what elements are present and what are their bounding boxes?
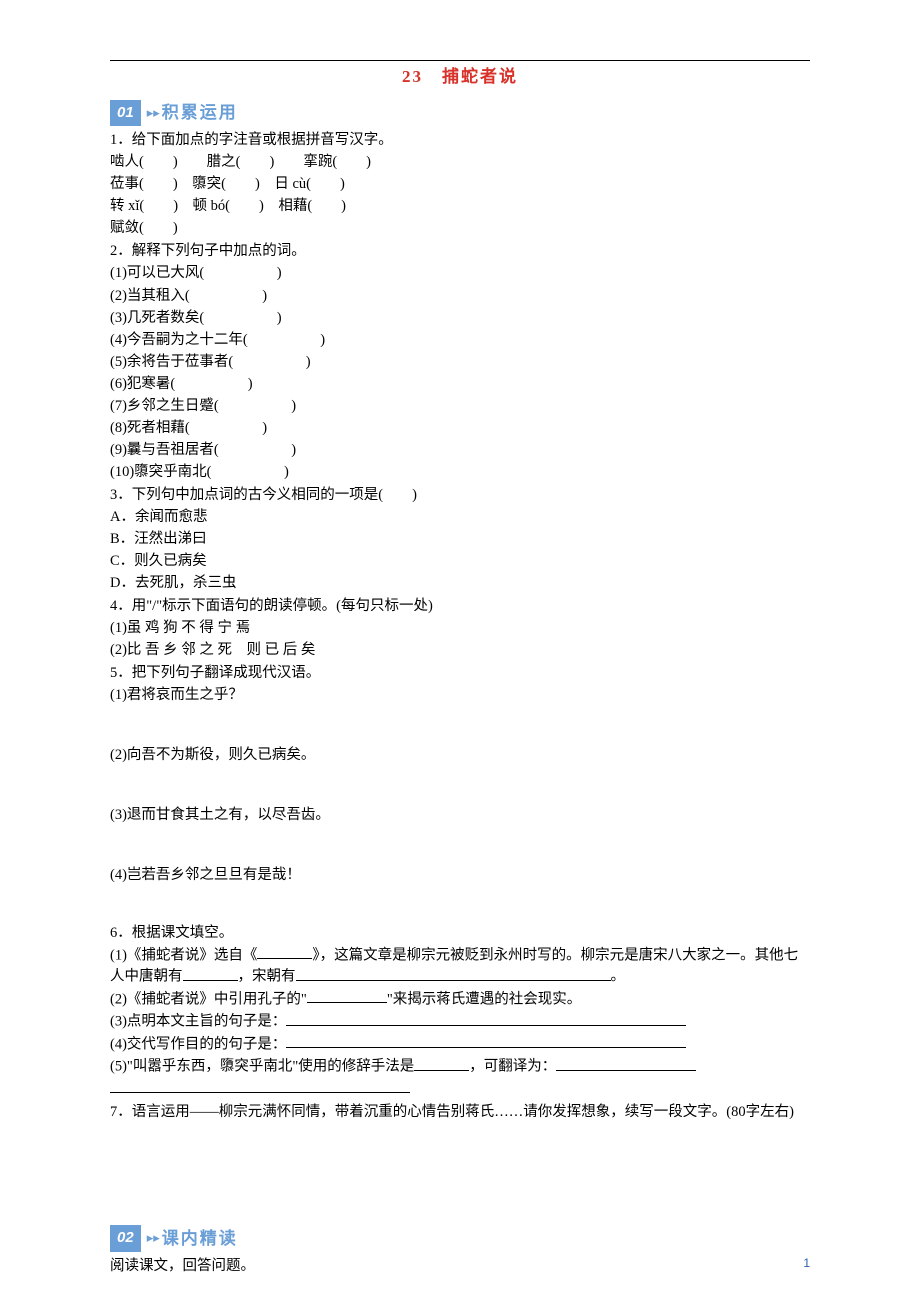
q6-i5b: ，可翻译为：	[469, 1059, 556, 1075]
q2-i1: (1)可以已大风( )	[110, 263, 810, 284]
q6-i2a: (2)《捕蛇者说》中引用孔子的"	[110, 991, 307, 1007]
q6-stem: 6．根据课文填空。	[110, 923, 810, 944]
section-01-label: 积累运用	[162, 101, 238, 126]
q6-i2b: "来揭示蒋氏遭遇的社会现实。	[387, 991, 581, 1007]
question-4: 4．用"/"标示下面语句的朗读停顿。(每句只标一处) (1)虽 鸡 狗 不 得 …	[110, 596, 810, 661]
q3-b: B．汪然出涕曰	[110, 529, 810, 550]
q2-i2: (2)当其租入( )	[110, 286, 810, 307]
q5-i3: (3)退而甘食其土之有，以尽吾齿。	[110, 805, 810, 826]
blank	[296, 966, 611, 981]
section-02-label: 课内精读	[162, 1227, 238, 1252]
q6-i3: (3)点明本文主旨的句子是：	[110, 1011, 810, 1033]
section-02-arrow-icon: ▸▸	[147, 1229, 160, 1248]
q7-text: 7．语言运用——柳宗元满怀同情，带着沉重的心情告别蒋氏……请你发挥想象，续写一段…	[110, 1102, 810, 1123]
q2-i4: (4)今吾嗣为之十二年( )	[110, 330, 810, 351]
blank	[307, 989, 387, 1004]
q2-i8: (8)死者相藉( )	[110, 418, 810, 439]
q3-d: D．去死肌，杀三虫	[110, 573, 810, 594]
question-6: 6．根据课文填空。 (1)《捕蛇者说》选自《》，这篇文章是柳宗元被贬到永州时写的…	[110, 923, 810, 1101]
blank	[414, 1056, 469, 1071]
section-01-header: 01 ▸▸ 积累运用	[110, 100, 810, 127]
question-5: 5．把下列句子翻译成现代汉语。 (1)君将哀而生之乎？ (2)向吾不为斯役，则久…	[110, 663, 810, 921]
question-3: 3．下列句中加点词的古今义相同的一项是( ) A．余闻而愈悲 B．汪然出涕曰 C…	[110, 485, 810, 594]
blank	[257, 945, 312, 960]
q2-i10: (10)隳突乎南北( )	[110, 462, 810, 483]
q6-i1d: 。	[611, 969, 626, 985]
section-02-num: 02	[110, 1225, 141, 1252]
question-1: 1．给下面加点的字注音或根据拼音写汉字。 啮人( ) 腊之( ) 挛踠( ) 莅…	[110, 130, 810, 239]
q1-stem: 1．给下面加点的字注音或根据拼音写汉字。	[110, 130, 810, 151]
blank	[556, 1056, 696, 1071]
q3-stem: 3．下列句中加点词的古今义相同的一项是( )	[110, 485, 810, 506]
q6-i3-text: (3)点明本文主旨的句子是：	[110, 1014, 286, 1030]
question-2: 2．解释下列句子中加点的词。 (1)可以已大风( ) (2)当其租入( ) (3…	[110, 241, 810, 482]
q4-i1: (1)虽 鸡 狗 不 得 宁 焉	[110, 618, 810, 639]
page-number: 1	[803, 1255, 810, 1272]
section-02-header: 02 ▸▸ 课内精读	[110, 1225, 810, 1252]
q6-i4-text: (4)交代写作目的的句子是：	[110, 1036, 286, 1052]
q3-c: C．则久已病矣	[110, 551, 810, 572]
q5-i4: (4)岂若吾乡邻之旦旦有是哉！	[110, 865, 810, 886]
q6-i1: (1)《捕蛇者说》选自《》，这篇文章是柳宗元被贬到永州时写的。柳宗元是唐宋八大家…	[110, 945, 810, 988]
q6-i1a: (1)《捕蛇者说》选自《	[110, 947, 257, 963]
q6-i5-cont	[110, 1079, 810, 1101]
q3-a: A．余闻而愈悲	[110, 507, 810, 528]
q6-i5: (5)"叫嚣乎东西，隳突乎南北"使用的修辞手法是 ，可翻译为：	[110, 1056, 810, 1078]
q6-i2: (2)《捕蛇者说》中引用孔子的" "来揭示蒋氏遭遇的社会现实。	[110, 989, 810, 1011]
blank	[110, 1079, 410, 1094]
q6-i1c: ，宋朝有	[238, 969, 296, 985]
q1-row1: 啮人( ) 腊之( ) 挛踠( )	[110, 152, 810, 173]
top-rule	[110, 60, 810, 61]
q2-i9: (9)曩与吾祖居者( )	[110, 440, 810, 461]
q6-i5a: (5)"叫嚣乎东西，隳突乎南北"使用的修辞手法是	[110, 1059, 414, 1075]
q2-i3: (3)几死者数矣( )	[110, 308, 810, 329]
q4-i2: (2)比 吾 乡 邻 之 死 则 已 后 矣	[110, 640, 810, 661]
q2-i7: (7)乡邻之生日蹙( )	[110, 396, 810, 417]
section-01-num: 01	[110, 100, 141, 127]
q1-row4: 赋敛( )	[110, 218, 810, 239]
q2-i6: (6)犯寒暑( )	[110, 374, 810, 395]
q2-i5: (5)余将告于莅事者( )	[110, 352, 810, 373]
blank	[286, 1034, 686, 1049]
q5-i1: (1)君将哀而生之乎？	[110, 685, 810, 706]
question-7: 7．语言运用——柳宗元满怀同情，带着沉重的心情告别蒋氏……请你发挥想象，续写一段…	[110, 1102, 810, 1123]
section-02-text: 阅读课文，回答问题。	[110, 1256, 810, 1277]
document-title: 23 捕蛇者说	[110, 65, 810, 90]
section-01-arrow-icon: ▸▸	[147, 104, 160, 123]
q4-stem: 4．用"/"标示下面语句的朗读停顿。(每句只标一处)	[110, 596, 810, 617]
blank	[286, 1011, 686, 1026]
q1-row3: 转 xǐ( ) 顿 bó( ) 相藉( )	[110, 196, 810, 217]
blank	[183, 966, 238, 981]
q5-stem: 5．把下列句子翻译成现代汉语。	[110, 663, 810, 684]
q6-i4: (4)交代写作目的的句子是：	[110, 1034, 810, 1056]
q2-stem: 2．解释下列句子中加点的词。	[110, 241, 810, 262]
q1-row2: 莅事( ) 隳突( ) 日 cù( )	[110, 174, 810, 195]
q5-i2: (2)向吾不为斯役，则久已病矣。	[110, 745, 810, 766]
